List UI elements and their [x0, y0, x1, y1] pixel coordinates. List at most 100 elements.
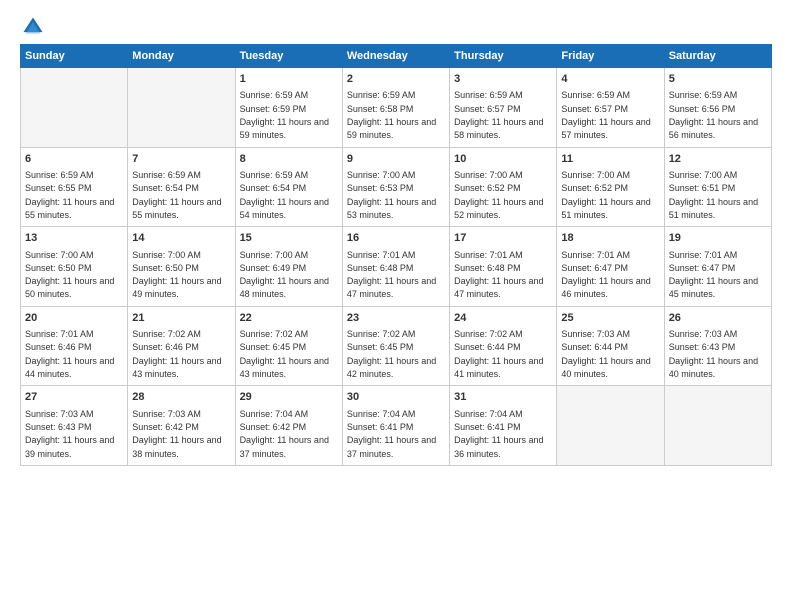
day-number: 11: [561, 152, 659, 167]
calendar-cell: 26 Sunrise: 7:03 AMSunset: 6:43 PMDayligh…: [664, 306, 771, 386]
day-number: 2: [347, 72, 445, 87]
calendar-cell: 28 Sunrise: 7:03 AMSunset: 6:42 PMDayligh…: [128, 386, 235, 466]
day-number: 23: [347, 311, 445, 326]
day-number: 9: [347, 152, 445, 167]
day-number: 25: [561, 311, 659, 326]
day-info: Sunrise: 6:59 AMSunset: 6:54 PMDaylight:…: [240, 170, 329, 220]
calendar-cell: 16 Sunrise: 7:01 AMSunset: 6:48 PMDayligh…: [342, 227, 449, 307]
day-number: 7: [132, 152, 230, 167]
day-info: Sunrise: 7:01 AMSunset: 6:48 PMDaylight:…: [347, 250, 436, 300]
calendar-cell: 29 Sunrise: 7:04 AMSunset: 6:42 PMDayligh…: [235, 386, 342, 466]
day-info: Sunrise: 7:02 AMSunset: 6:45 PMDaylight:…: [347, 329, 436, 379]
calendar-cell: [664, 386, 771, 466]
day-number: 17: [454, 231, 552, 246]
day-number: 19: [669, 231, 767, 246]
day-info: Sunrise: 7:01 AMSunset: 6:47 PMDaylight:…: [561, 250, 650, 300]
day-info: Sunrise: 7:03 AMSunset: 6:43 PMDaylight:…: [25, 409, 114, 459]
calendar-cell: [21, 68, 128, 148]
weekday-header: Saturday: [664, 45, 771, 68]
weekday-header: Monday: [128, 45, 235, 68]
day-info: Sunrise: 6:59 AMSunset: 6:57 PMDaylight:…: [561, 90, 650, 140]
day-info: Sunrise: 7:00 AMSunset: 6:52 PMDaylight:…: [454, 170, 543, 220]
calendar-cell: 22 Sunrise: 7:02 AMSunset: 6:45 PMDayligh…: [235, 306, 342, 386]
weekday-header: Tuesday: [235, 45, 342, 68]
weekday-header: Friday: [557, 45, 664, 68]
day-info: Sunrise: 7:00 AMSunset: 6:50 PMDaylight:…: [25, 250, 114, 300]
day-info: Sunrise: 7:00 AMSunset: 6:51 PMDaylight:…: [669, 170, 758, 220]
day-info: Sunrise: 7:02 AMSunset: 6:45 PMDaylight:…: [240, 329, 329, 379]
calendar-cell: 27 Sunrise: 7:03 AMSunset: 6:43 PMDayligh…: [21, 386, 128, 466]
calendar-cell: 20 Sunrise: 7:01 AMSunset: 6:46 PMDayligh…: [21, 306, 128, 386]
calendar-cell: 7 Sunrise: 6:59 AMSunset: 6:54 PMDaylight…: [128, 147, 235, 227]
day-info: Sunrise: 7:00 AMSunset: 6:53 PMDaylight:…: [347, 170, 436, 220]
day-info: Sunrise: 7:03 AMSunset: 6:42 PMDaylight:…: [132, 409, 221, 459]
weekday-header: Sunday: [21, 45, 128, 68]
day-info: Sunrise: 6:59 AMSunset: 6:58 PMDaylight:…: [347, 90, 436, 140]
calendar-cell: 4 Sunrise: 6:59 AMSunset: 6:57 PMDaylight…: [557, 68, 664, 148]
day-number: 6: [25, 152, 123, 167]
day-info: Sunrise: 7:01 AMSunset: 6:46 PMDaylight:…: [25, 329, 114, 379]
day-info: Sunrise: 7:01 AMSunset: 6:48 PMDaylight:…: [454, 250, 543, 300]
day-info: Sunrise: 7:00 AMSunset: 6:50 PMDaylight:…: [132, 250, 221, 300]
calendar-week-row: 1Sunrise: 6:59 AMSunset: 6:59 PMDaylight…: [21, 68, 772, 148]
day-info: Sunrise: 6:59 AMSunset: 6:57 PMDaylight:…: [454, 90, 543, 140]
calendar-cell: 19Sunrise: 7:01 AMSunset: 6:47 PMDayligh…: [664, 227, 771, 307]
day-number: 30: [347, 390, 445, 405]
day-number: 10: [454, 152, 552, 167]
logo: [20, 16, 48, 38]
day-number: 26: [669, 311, 767, 326]
day-info: Sunrise: 7:00 AMSunset: 6:52 PMDaylight:…: [561, 170, 650, 220]
calendar-cell: 6 Sunrise: 6:59 AMSunset: 6:55 PMDaylight…: [21, 147, 128, 227]
calendar-cell: 12 Sunrise: 7:00 AMSunset: 6:51 PMDayligh…: [664, 147, 771, 227]
day-info: Sunrise: 7:04 AMSunset: 6:41 PMDaylight:…: [454, 409, 543, 459]
calendar-week-row: 13Sunrise: 7:00 AMSunset: 6:50 PMDayligh…: [21, 227, 772, 307]
day-number: 12: [669, 152, 767, 167]
day-number: 14: [132, 231, 230, 246]
calendar-cell: 15 Sunrise: 7:00 AMSunset: 6:49 PMDayligh…: [235, 227, 342, 307]
day-number: 20: [25, 311, 123, 326]
calendar-cell: 3Sunrise: 6:59 AMSunset: 6:57 PMDaylight…: [450, 68, 557, 148]
day-info: Sunrise: 7:02 AMSunset: 6:46 PMDaylight:…: [132, 329, 221, 379]
calendar-table: SundayMondayTuesdayWednesdayThursdayFrid…: [20, 44, 772, 466]
calendar-cell: 24 Sunrise: 7:02 AMSunset: 6:44 PMDayligh…: [450, 306, 557, 386]
calendar-week-row: 27 Sunrise: 7:03 AMSunset: 6:43 PMDayligh…: [21, 386, 772, 466]
day-number: 28: [132, 390, 230, 405]
calendar-week-row: 6 Sunrise: 6:59 AMSunset: 6:55 PMDaylight…: [21, 147, 772, 227]
calendar-cell: 14 Sunrise: 7:00 AMSunset: 6:50 PMDayligh…: [128, 227, 235, 307]
calendar-cell: [557, 386, 664, 466]
day-info: Sunrise: 7:04 AMSunset: 6:42 PMDaylight:…: [240, 409, 329, 459]
calendar-cell: 23 Sunrise: 7:02 AMSunset: 6:45 PMDayligh…: [342, 306, 449, 386]
day-number: 29: [240, 390, 338, 405]
day-info: Sunrise: 6:59 AMSunset: 6:56 PMDaylight:…: [669, 90, 758, 140]
day-info: Sunrise: 7:03 AMSunset: 6:43 PMDaylight:…: [669, 329, 758, 379]
day-number: 22: [240, 311, 338, 326]
calendar-cell: 9 Sunrise: 7:00 AMSunset: 6:53 PMDaylight…: [342, 147, 449, 227]
calendar-cell: 1Sunrise: 6:59 AMSunset: 6:59 PMDaylight…: [235, 68, 342, 148]
weekday-header: Wednesday: [342, 45, 449, 68]
calendar-cell: 18 Sunrise: 7:01 AMSunset: 6:47 PMDayligh…: [557, 227, 664, 307]
calendar-cell: 30Sunrise: 7:04 AMSunset: 6:41 PMDayligh…: [342, 386, 449, 466]
calendar-cell: 11 Sunrise: 7:00 AMSunset: 6:52 PMDayligh…: [557, 147, 664, 227]
day-number: 27: [25, 390, 123, 405]
day-info: Sunrise: 6:59 AMSunset: 6:54 PMDaylight:…: [132, 170, 221, 220]
day-number: 21: [132, 311, 230, 326]
day-number: 24: [454, 311, 552, 326]
day-info: Sunrise: 7:00 AMSunset: 6:49 PMDaylight:…: [240, 250, 329, 300]
day-info: Sunrise: 6:59 AMSunset: 6:55 PMDaylight:…: [25, 170, 114, 220]
day-number: 15: [240, 231, 338, 246]
calendar-cell: 21 Sunrise: 7:02 AMSunset: 6:46 PMDayligh…: [128, 306, 235, 386]
logo-icon: [22, 16, 44, 38]
day-number: 4: [561, 72, 659, 87]
day-info: Sunrise: 7:02 AMSunset: 6:44 PMDaylight:…: [454, 329, 543, 379]
calendar-cell: 17 Sunrise: 7:01 AMSunset: 6:48 PMDayligh…: [450, 227, 557, 307]
calendar-week-row: 20 Sunrise: 7:01 AMSunset: 6:46 PMDayligh…: [21, 306, 772, 386]
weekday-header: Thursday: [450, 45, 557, 68]
calendar-cell: [128, 68, 235, 148]
day-number: 18: [561, 231, 659, 246]
calendar-cell: 25Sunrise: 7:03 AMSunset: 6:44 PMDayligh…: [557, 306, 664, 386]
calendar-cell: 31Sunrise: 7:04 AMSunset: 6:41 PMDayligh…: [450, 386, 557, 466]
weekday-header-row: SundayMondayTuesdayWednesdayThursdayFrid…: [21, 45, 772, 68]
calendar-cell: 2 Sunrise: 6:59 AMSunset: 6:58 PMDaylight…: [342, 68, 449, 148]
day-number: 16: [347, 231, 445, 246]
header: [20, 16, 772, 38]
